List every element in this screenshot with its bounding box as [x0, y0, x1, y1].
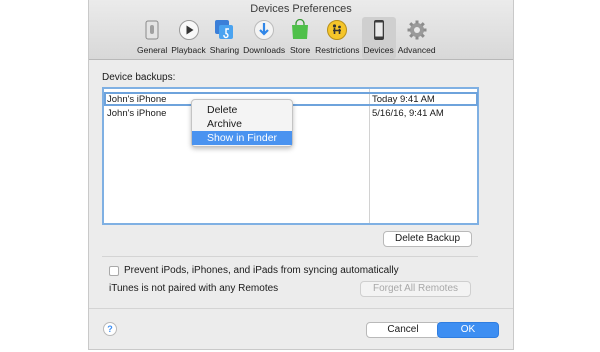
tab-sharing[interactable]: Sharing	[208, 17, 241, 59]
prevent-sync-checkbox[interactable]	[109, 266, 119, 276]
footer-divider	[89, 308, 513, 309]
remotes-status: iTunes is not paired with any Remotes	[109, 283, 279, 294]
tab-restrictions-label: Restrictions	[315, 45, 360, 55]
help-button[interactable]: ?	[103, 322, 117, 336]
preferences-toolbar: General Playback Sharing Downloads Store…	[135, 17, 438, 59]
prevent-sync-label: Prevent iPods, iPhones, and iPads from s…	[124, 265, 399, 276]
forget-all-remotes-button[interactable]: Forget All Remotes	[360, 281, 471, 297]
tab-store-label: Store	[289, 45, 311, 55]
preferences-window: Devices Preferences General Playback Sha…	[88, 0, 514, 350]
tab-playback-label: Playback	[171, 45, 206, 55]
tab-store[interactable]: Store	[287, 17, 313, 59]
tab-devices[interactable]: Devices	[361, 17, 396, 59]
window-title: Devices Preferences	[250, 3, 352, 15]
tab-restrictions[interactable]: Restrictions	[313, 17, 361, 59]
divider	[102, 256, 478, 257]
cancel-button[interactable]: Cancel	[366, 322, 440, 338]
tab-downloads[interactable]: Downloads	[241, 17, 287, 59]
download-icon	[253, 19, 275, 41]
menu-item-show-in-finder[interactable]: Show in Finder	[192, 131, 292, 145]
tab-devices-label: Devices	[363, 45, 394, 55]
backup-date: Today 9:41 AM	[372, 94, 435, 105]
delete-backup-button[interactable]: Delete Backup	[383, 231, 472, 247]
menu-item-archive[interactable]: Archive	[192, 117, 292, 131]
store-bag-icon	[289, 19, 311, 41]
iphone-icon	[368, 19, 390, 41]
tab-general[interactable]: General	[135, 17, 169, 59]
tab-advanced-label: Advanced	[397, 45, 436, 55]
tab-playback[interactable]: Playback	[169, 17, 208, 59]
backup-device-name: John's iPhone	[107, 94, 167, 105]
tab-general-label: General	[137, 45, 168, 55]
context-menu: Delete Archive Show in Finder	[191, 99, 293, 147]
restrictions-icon	[326, 19, 348, 41]
backup-date: 5/16/16, 9:41 AM	[372, 108, 444, 119]
device-backups-label: Device backups:	[102, 72, 176, 83]
menu-item-delete[interactable]: Delete	[192, 103, 292, 117]
tab-advanced[interactable]: Advanced	[396, 17, 438, 59]
devices-pane: Device backups: John's iPhone Today 9:41…	[89, 60, 513, 349]
sharing-music-icon	[213, 19, 235, 41]
title-bar: Devices Preferences General Playback Sha…	[89, 0, 513, 60]
play-icon	[178, 19, 200, 41]
tab-downloads-label: Downloads	[243, 45, 286, 55]
tab-sharing-label: Sharing	[209, 45, 240, 55]
gear-icon	[406, 19, 428, 41]
ok-button[interactable]: OK	[437, 322, 499, 338]
general-switch-icon	[141, 19, 163, 41]
backup-device-name: John's iPhone	[107, 108, 167, 119]
